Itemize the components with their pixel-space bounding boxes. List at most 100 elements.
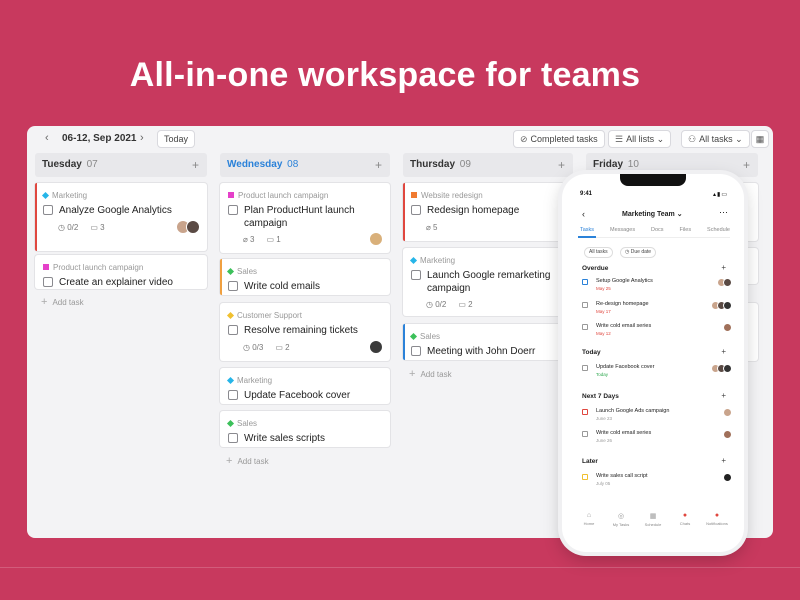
task-title: Resolve remaining tickets <box>244 325 358 336</box>
tab-schedule[interactable]: Schedule <box>707 227 730 233</box>
task-card[interactable]: Sales Write sales scripts <box>220 411 390 447</box>
next-week-icon[interactable]: › <box>140 132 144 144</box>
nav-notifications[interactable]: ● Notifications <box>702 512 732 527</box>
date-range: 06-12, Sep 2021 <box>62 133 137 144</box>
check-circle-icon: ◎ <box>617 513 625 520</box>
add-icon[interactable]: + <box>721 347 726 356</box>
task-title: Plan ProductHunt launch campaign <box>244 205 355 229</box>
task-card[interactable]: Sales Write cold emails <box>220 259 390 295</box>
toolbar: ‹ 06-12, Sep 2021 › Today ⊘ Completed tas… <box>27 126 773 152</box>
signal-battery-icon: ▴▮▭ <box>713 192 728 198</box>
section-overdue: Overdue <box>582 265 609 272</box>
task-card[interactable]: Marketing Update Facebook cover <box>220 368 390 404</box>
task-checkbox[interactable] <box>228 205 238 215</box>
add-icon[interactable]: + <box>721 391 726 400</box>
all-tasks-dropdown[interactable]: ⚇ All tasks ⌄ <box>681 130 750 148</box>
task-card[interactable]: Product launch campaign Plan ProductHunt… <box>220 183 390 253</box>
task-title: Meeting with John Doerr <box>427 346 536 357</box>
task-card[interactable]: Product launch campaign Create an explai… <box>35 255 207 289</box>
completed-tasks-button[interactable]: ⊘ Completed tasks <box>513 130 605 148</box>
task-tag: Marketing <box>226 375 382 386</box>
team-title[interactable]: Marketing Team ⌄ <box>622 210 683 218</box>
column-header: Tuesday 07 + <box>35 153 207 177</box>
home-icon: ⌂ <box>586 512 592 519</box>
more-icon[interactable]: ⋯ <box>719 207 728 218</box>
add-task-button[interactable]: + Add task <box>226 455 269 467</box>
column-wednesday: Wednesday 08 + Product launch campaign P… <box>220 153 390 533</box>
add-icon[interactable]: + <box>721 263 726 272</box>
column-header: Wednesday 08 + <box>220 153 390 177</box>
status-time: 9:41 <box>580 191 593 197</box>
tab-tasks[interactable]: Tasks <box>580 227 594 233</box>
task-card[interactable]: Marketing Analyze Google Analytics ◷ 0/2… <box>35 183 207 251</box>
task-meta: ◷ 0/2 ▭ 2 <box>426 300 473 309</box>
back-icon[interactable]: ‹ <box>582 209 585 219</box>
tab-messages[interactable]: Messages <box>610 227 635 233</box>
chevron-down-icon: ⌄ <box>735 134 743 144</box>
add-task-button[interactable]: + Add task <box>41 296 84 308</box>
nav-schedule[interactable]: ▦ Schedule <box>638 512 668 527</box>
add-icon[interactable]: + <box>375 153 382 177</box>
assignees <box>369 340 383 354</box>
task-card[interactable]: Customer Support Resolve remaining ticke… <box>220 303 390 361</box>
task-checkbox[interactable] <box>43 205 53 215</box>
divider <box>0 567 800 568</box>
task-meta: ◷ 0/3 ▭ 2 <box>243 343 290 352</box>
section-next-7-days: Next 7 Days <box>582 393 619 400</box>
add-icon[interactable]: + <box>192 153 199 177</box>
mobile-phone: 9:41 ▴▮▭ ‹ Marketing Team ⌄ ⋯ Tasks Mess… <box>562 174 744 552</box>
task-card[interactable]: Website redesign Redesign homepage ⌀ 5 <box>403 183 573 241</box>
nav-chats[interactable]: ● Chats <box>670 512 700 527</box>
avatar <box>186 220 200 234</box>
nav-my-tasks[interactable]: ◎ My Tasks <box>606 512 636 527</box>
task-checkbox[interactable] <box>411 346 421 356</box>
task-checkbox[interactable] <box>411 205 421 215</box>
task-checkbox[interactable] <box>228 390 238 400</box>
task-card[interactable]: Marketing Launch Google remarketing campa… <box>403 248 573 316</box>
assignees <box>176 220 200 234</box>
task-title: Write cold emails <box>244 281 320 292</box>
bottom-nav: ⌂ Home ◎ My Tasks ▦ Schedule ● Chats ● Notifi… <box>574 512 732 527</box>
all-lists-dropdown[interactable]: ☰ All lists ⌄ <box>608 130 672 148</box>
task-checkbox[interactable] <box>228 433 238 443</box>
add-icon[interactable]: + <box>721 456 726 465</box>
tab-docs[interactable]: Docs <box>651 227 664 233</box>
add-task-button[interactable]: + Add task <box>409 368 452 380</box>
task-title: Create an explainer video <box>59 277 173 288</box>
task-tag: Product launch campaign <box>43 262 199 273</box>
column-tuesday: Tuesday 07 + Marketing Analyze Google An… <box>35 153 207 533</box>
add-icon[interactable]: + <box>558 153 565 177</box>
chevron-down-icon: ⌄ <box>676 211 683 218</box>
task-meta: ◷ 0/2 ▭ 3 <box>58 223 105 232</box>
column-header: Thursday 09 + <box>403 153 573 177</box>
chat-icon: ● <box>682 512 688 519</box>
phone-notch <box>620 174 686 186</box>
task-title: Launch Google remarketing campaign <box>427 270 551 294</box>
today-button[interactable]: Today <box>157 130 196 148</box>
task-checkbox[interactable] <box>228 325 238 335</box>
nav-home[interactable]: ⌂ Home <box>574 512 604 527</box>
task-card[interactable]: Sales Meeting with John Doerr <box>403 324 573 360</box>
task-title: Update Facebook cover <box>244 390 351 401</box>
task-meta: ⌀ 3 ▭ 1 <box>243 235 281 244</box>
tab-files[interactable]: Files <box>679 227 691 233</box>
add-icon[interactable]: + <box>743 153 750 177</box>
task-tag: Marketing <box>41 190 199 201</box>
task-title: Redesign homepage <box>427 205 520 216</box>
avatar <box>369 340 383 354</box>
task-checkbox[interactable] <box>411 270 421 280</box>
section-today: Today <box>582 349 601 356</box>
bell-icon: ● <box>714 512 720 519</box>
prev-week-icon[interactable]: ‹ <box>45 132 49 144</box>
filter-all-tasks[interactable]: All tasks <box>584 247 613 258</box>
task-tag: Website redesign <box>411 190 565 201</box>
filter-due-date[interactable]: ◷ Due date <box>620 247 657 258</box>
task-title: Write sales scripts <box>244 433 325 444</box>
chevron-down-icon: ⌄ <box>656 134 665 144</box>
list-icon: ☰ <box>615 134 624 144</box>
task-tag: Sales <box>226 266 382 277</box>
users-icon: ⚇ <box>688 134 697 144</box>
task-checkbox[interactable] <box>43 277 53 287</box>
task-checkbox[interactable] <box>228 281 238 291</box>
calendar-icon[interactable]: ▦ <box>751 130 769 148</box>
